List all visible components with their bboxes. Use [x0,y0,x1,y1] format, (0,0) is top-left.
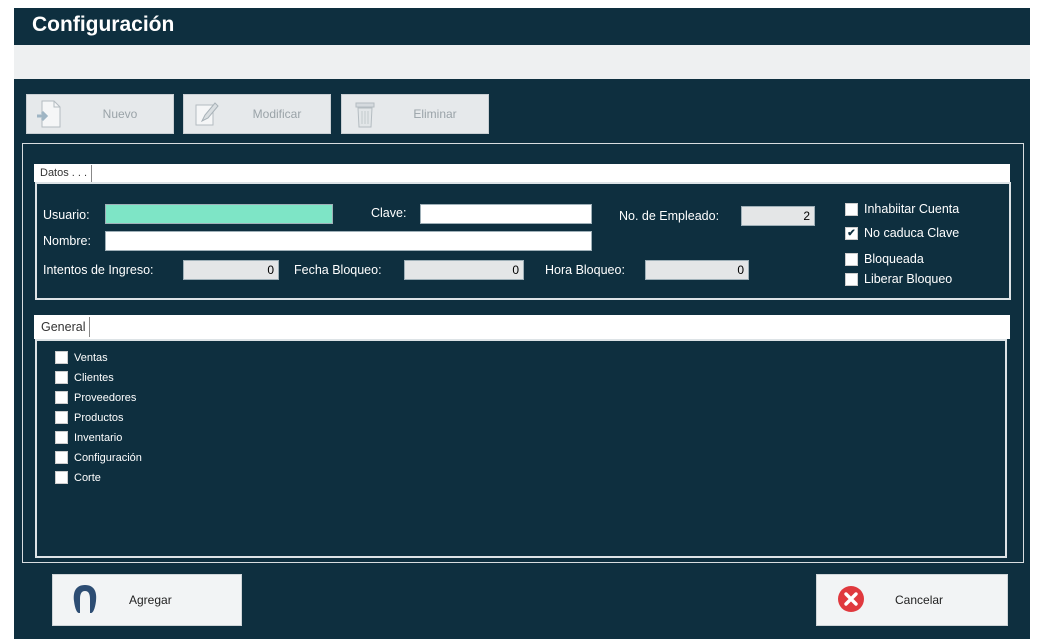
permission-label: Proveedores [74,391,137,404]
checkbox-box [55,471,68,484]
delete-button[interactable]: Eliminar [341,94,489,134]
menu-strip [14,45,1030,79]
nombre-label: Nombre: [43,234,91,248]
tab-datos[interactable]: Datos . . . [36,165,93,182]
permission-label: Corte [74,471,101,484]
permission-label: Configuración [74,451,142,464]
checkbox-box [55,351,68,364]
main-panel: Datos . . . Usuario: Clave: No. de Emple… [22,143,1024,563]
new-button-label: Nuevo [102,107,138,121]
usuario-input[interactable] [105,204,333,224]
add-button-label: Agregar [129,593,172,607]
new-button[interactable]: Nuevo [26,94,174,134]
fecha-input[interactable]: 0 [404,260,524,280]
fecha-label: Fecha Bloqueo: [294,263,382,277]
empleado-label: No. de Empleado: [619,209,720,223]
checkbox-box [55,411,68,424]
permission-proveedores[interactable]: Proveedores [55,391,136,404]
bloqueada-checkbox[interactable]: Bloqueada [845,252,924,266]
edit-icon [190,97,224,131]
permissions-group: Ventas Clientes Proveedores Productos In… [35,339,1007,558]
cancel-button[interactable]: Cancelar [816,574,1008,626]
inhabilitar-checkbox[interactable]: Inhabiitar Cuenta [845,202,959,216]
permission-inventario[interactable]: Inventario [55,431,122,444]
checkbox-box [55,371,68,384]
intentos-input[interactable]: 0 [183,260,279,280]
user-icon [71,583,99,618]
checkmark-icon: ✔ [845,226,858,240]
no-caduca-checkbox[interactable]: ✔ No caduca Clave [845,226,959,240]
checkbox-box [845,202,858,216]
clave-input[interactable] [420,204,592,224]
permission-corte[interactable]: Corte [55,471,101,484]
liberar-checkbox[interactable]: Liberar Bloqueo [845,272,952,286]
intentos-label: Intentos de Ingreso: [43,263,154,277]
permission-label: Productos [74,411,124,424]
tab-general[interactable]: General [37,317,91,337]
modify-button-label: Modificar [252,107,302,121]
datos-group: Usuario: Clave: No. de Empleado: 2 Nombr… [35,182,1011,300]
empleado-input[interactable]: 2 [741,206,815,226]
datos-tab-strip [34,164,1010,182]
add-button[interactable]: Agregar [52,574,242,626]
permission-label: Inventario [74,431,123,444]
window-title: Configuración [32,13,175,36]
liberar-label: Liberar Bloqueo [864,272,953,286]
checkbox-box [55,451,68,464]
permission-clientes[interactable]: Clientes [55,371,114,384]
cancel-button-label: Cancelar [895,593,944,607]
config-window: Configuración Nuevo Modificar Eliminar D… [14,8,1030,639]
hora-label: Hora Bloqueo: [545,263,625,277]
permission-label: Ventas [74,351,108,364]
usuario-label: Usuario: [43,208,90,222]
checkbox-box [55,391,68,404]
checkbox-box [55,431,68,444]
trash-icon [348,97,382,131]
clave-label: Clave: [371,206,407,220]
new-document-icon [33,97,67,131]
inhabilitar-label: Inhabiitar Cuenta [864,202,960,216]
permission-ventas[interactable]: Ventas [55,351,108,364]
general-tab-strip [34,315,1010,339]
delete-button-label: Eliminar [413,107,457,121]
permission-productos[interactable]: Productos [55,411,124,424]
bloqueada-label: Bloqueada [864,252,924,266]
nombre-input[interactable] [105,231,592,251]
modify-button[interactable]: Modificar [183,94,331,134]
permission-label: Clientes [74,371,114,384]
permission-configuracion[interactable]: Configuración [55,451,142,464]
no-caduca-label: No caduca Clave [864,226,960,240]
cancel-icon [837,585,865,616]
checkbox-box [845,272,858,286]
checkbox-box [845,252,858,266]
hora-input[interactable]: 0 [645,260,749,280]
